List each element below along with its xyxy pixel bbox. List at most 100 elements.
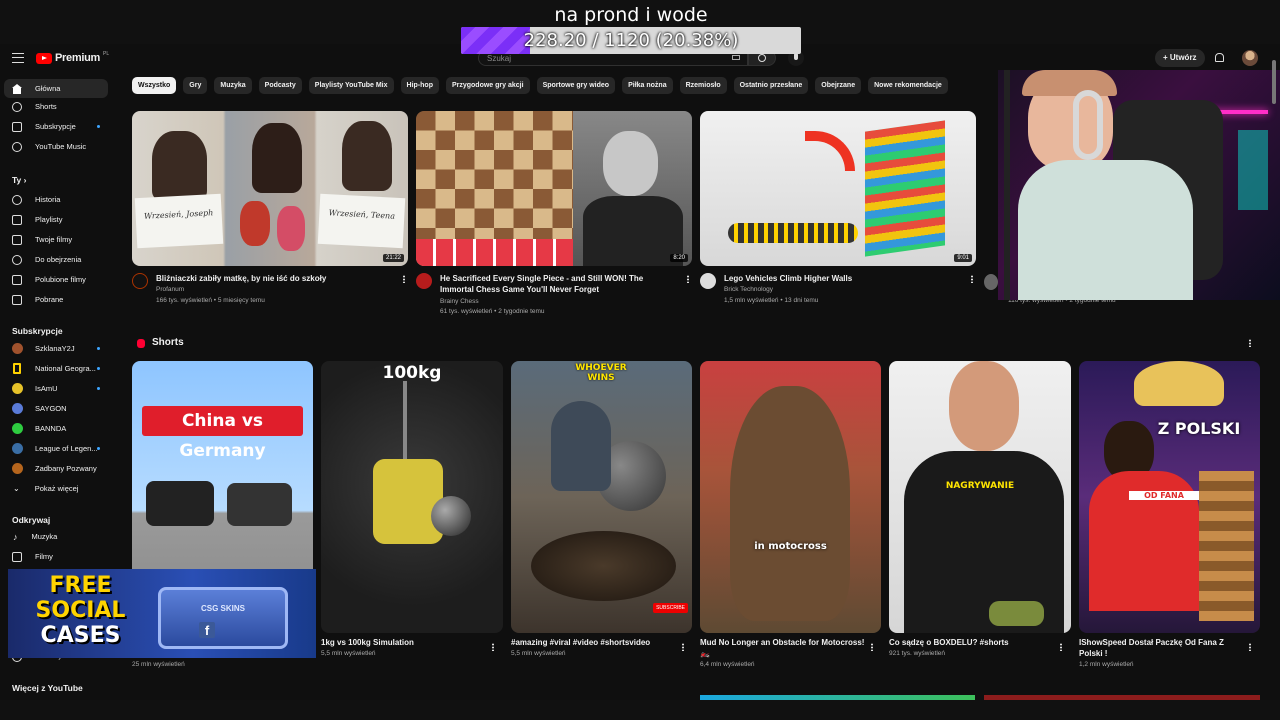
sidebar-item-downloads[interactable]: Pobrane (4, 290, 108, 309)
sidebar-item-youtube-music[interactable]: YouTube Music (4, 137, 108, 156)
video-title[interactable]: Lego Vehicles Climb Higher Walls (724, 273, 964, 284)
chip-recently-uploaded[interactable]: Ostatnio przesłane (733, 77, 809, 94)
sidebar-sub-zadbany-pozwany[interactable]: Zadbany Pozwany (4, 459, 108, 478)
sidebar-item-your-videos[interactable]: Twoje filmy (4, 230, 108, 249)
sidebar-item-music[interactable]: ♪ Muzyka (4, 527, 108, 546)
more-actions-icon[interactable] (687, 275, 689, 283)
chip-action-adventure[interactable]: Przygodowe gry akcji (445, 77, 530, 94)
more-actions-icon[interactable] (1249, 643, 1251, 651)
short-thumbnail[interactable]: 100kg (321, 361, 503, 633)
keyboard-icon[interactable] (732, 55, 740, 60)
chip-games[interactable]: Gry (183, 77, 208, 94)
video-thumbnail[interactable]: 8:20 (416, 111, 692, 266)
short-title[interactable]: IShowSpeed Dostał Paczkę Od Fana Z Polsk… (1079, 637, 1244, 659)
sidebar-sub-national-geographic[interactable]: National Geogra... (4, 359, 108, 378)
logo-region: PL (102, 51, 110, 57)
more-actions-icon[interactable] (971, 275, 973, 283)
sidebar-item-subscriptions[interactable]: Subskrypcje (4, 117, 108, 136)
chip-youtube-mix[interactable]: Playlisty YouTube Mix (308, 77, 394, 94)
sidebar-sub-league-of-legends[interactable]: League of Legen... (4, 439, 108, 458)
page-scrollbar[interactable] (1272, 50, 1276, 700)
sidebar-heading-subscriptions: Subskrypcje (12, 326, 63, 336)
video-title[interactable]: He Sacrificed Every Single Piece - and S… (440, 273, 675, 295)
chip-watched[interactable]: Obejrzane (815, 77, 862, 94)
shelf-more-icon[interactable] (1249, 339, 1251, 347)
chip-crafts[interactable]: Rzemiosło (679, 77, 727, 94)
short-thumbnail[interactable]: Z POLSKI OD FANA (1079, 361, 1260, 633)
sidebar-sub-bannda[interactable]: BANNDA (4, 419, 108, 438)
sidebar-sub-szklanay2j[interactable]: SzklanaY2J (4, 339, 108, 358)
headphones (1073, 90, 1103, 160)
menu-icon[interactable] (12, 53, 24, 63)
sidebar-item-label: Historia (35, 195, 61, 204)
free-cases-ad-overlay[interactable]: FREE SOCIAL CASES CSG SKINS f (8, 569, 316, 658)
youtube-premium-logo[interactable]: Premium PL (36, 51, 110, 64)
short-title[interactable]: Mud No Longer an Obstacle for Motocross!… (700, 637, 865, 659)
streamer-hair (1022, 70, 1117, 96)
sidebar-heading-explore: Odkrywaj (12, 515, 51, 525)
video-title[interactable]: Bliźniaczki zabiły matkę, by nie iść do … (156, 273, 396, 284)
youtube-play-icon (36, 52, 52, 64)
short-title[interactable]: Co sądzę o BOXDELU? #shorts (889, 637, 1049, 648)
chip-music[interactable]: Muzyka (214, 77, 252, 94)
subscriptions-icon (12, 121, 22, 132)
channel-avatar[interactable] (984, 274, 998, 290)
sidebar-item-playlists[interactable]: Playlisty (4, 210, 108, 229)
short-thumbnail[interactable]: WHOEVER WINS SUBSCRIBE (511, 361, 692, 633)
sidebar-item-liked-videos[interactable]: Polubione filmy (4, 270, 108, 289)
chip-hip-hop[interactable]: Hip-hop (400, 77, 439, 94)
sidebar-item-shorts[interactable]: Shorts (4, 97, 108, 116)
short-meta: 1,2 mln wyświetleń (1079, 661, 1134, 668)
short-overlay-text: NAGRYWANIE (945, 481, 1015, 491)
sidebar-item-label: Zadbany Pozwany (35, 464, 97, 473)
video-thumbnail[interactable]: 9:01 (700, 111, 976, 266)
sidebar-show-more[interactable]: ⌄ Pokaż więcej (4, 479, 108, 498)
sidebar-item-watch-later[interactable]: Do obejrzenia (4, 250, 108, 269)
sidebar-item-history[interactable]: Historia (4, 190, 108, 209)
short-title[interactable]: #amazing #viral #video #shortsvideo (511, 637, 676, 648)
pixelated-package (1199, 471, 1254, 621)
sidebar-sub-saygon[interactable]: SAYGON (4, 399, 108, 418)
sidebar-heading-you[interactable]: Ty › (12, 175, 27, 185)
account-avatar[interactable] (1242, 50, 1258, 66)
channel-avatar[interactable] (132, 273, 148, 289)
video-duration: 21:22 (382, 254, 404, 262)
scrollbar-thumb[interactable] (1272, 60, 1276, 104)
chip-podcasts[interactable]: Podcasty (258, 77, 302, 94)
sidebar-item-label: Do obejrzenia (35, 255, 82, 264)
sidebar-sub-isamu[interactable]: IsAmU (4, 379, 108, 398)
more-actions-icon[interactable] (403, 275, 405, 283)
channel-avatar (12, 403, 23, 414)
new-content-dot (97, 347, 100, 350)
create-button[interactable]: + Utwórz (1155, 49, 1205, 67)
video-channel[interactable]: Profanum (156, 284, 184, 295)
more-actions-icon[interactable] (492, 643, 494, 651)
notifications-bell-icon[interactable] (1215, 53, 1224, 62)
more-actions-icon[interactable] (682, 643, 684, 651)
history-icon (12, 194, 22, 205)
video-channel[interactable]: Brick Technology (724, 284, 773, 295)
channel-avatar[interactable] (416, 273, 432, 289)
metal-bowl (531, 531, 676, 601)
more-actions-icon[interactable] (1060, 643, 1062, 651)
shorts-icon (12, 101, 22, 112)
neon-light (1238, 130, 1268, 210)
thumb-figure (152, 131, 207, 201)
sidebar-item-home[interactable]: Główna (4, 79, 108, 98)
stream-overlay-bottom (0, 700, 1280, 720)
sidebar-item-films[interactable]: Filmy (4, 547, 108, 566)
more-actions-icon[interactable] (871, 643, 873, 651)
video-thumbnail[interactable]: Wrzesień, Joseph Wrzesień, Teena 21:22 (132, 111, 408, 266)
chip-all[interactable]: Wszystko (132, 77, 177, 94)
channel-avatar (13, 363, 21, 374)
channel-avatar[interactable] (700, 273, 716, 289)
short-thumbnail[interactable]: NAGRYWANIE (889, 361, 1071, 633)
short-title[interactable]: 1kg vs 100kg Simulation (321, 637, 481, 648)
chip-football[interactable]: Piłka nożna (622, 77, 673, 94)
chip-sports-games[interactable]: Sportowe gry wideo (536, 77, 616, 94)
portrait-suit (583, 196, 683, 266)
short-overlay-text-2: OD FANA (1129, 491, 1199, 500)
short-thumbnail[interactable]: in motocross (700, 361, 881, 633)
chip-new-recommendations[interactable]: Nowe rekomendacje (868, 77, 948, 94)
filter-chip-bar: Wszystko Gry Muzyka Podcasty Playlisty Y… (132, 77, 948, 94)
